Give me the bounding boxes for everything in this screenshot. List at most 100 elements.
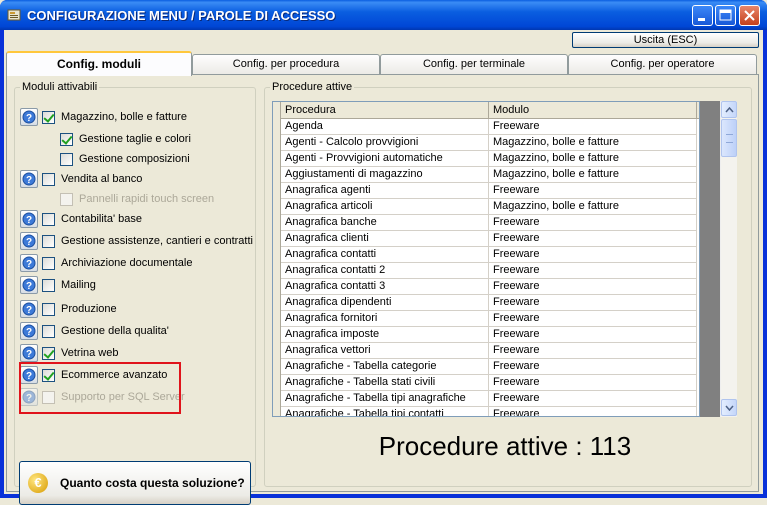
table-row[interactable]: Agenda Freeware — [281, 119, 697, 135]
module-item[interactable]: Gestione taglie e colori — [60, 129, 191, 149]
table-row[interactable]: Anagrafiche - Tabella tipi contatti Freew… — [281, 407, 697, 416]
table-row[interactable]: Aggiustamenti di magazzino Magazzino, bol… — [281, 167, 697, 183]
module-checkbox[interactable] — [42, 110, 55, 124]
table-scrollbar[interactable] — [720, 101, 737, 417]
table-row[interactable]: Anagrafica contatti 2 Freeware — [281, 263, 697, 279]
table-row[interactable]: Anagrafiche - Tabella tipi anagrafiche Fr… — [281, 391, 697, 407]
help-icon: ? — [22, 302, 36, 316]
tab-config-moduli[interactable]: Config. moduli — [6, 51, 192, 76]
info-button[interactable]: ? — [20, 276, 38, 294]
module-item[interactable]: ? Vetrina web — [20, 343, 118, 363]
table-row[interactable]: Anagrafica vettori Freeware — [281, 343, 697, 359]
exit-button[interactable]: Uscita (ESC) — [572, 32, 759, 48]
cell-modulo: Freeware — [489, 279, 697, 295]
cell-procedura: Anagrafica agenti — [281, 183, 489, 199]
module-checkbox[interactable] — [42, 256, 55, 270]
table-row[interactable]: Anagrafica contatti 3 Freeware — [281, 279, 697, 295]
module-checkbox[interactable] — [42, 278, 55, 292]
tab-config-per-procedura[interactable]: Config. per procedura — [192, 54, 380, 74]
table-row[interactable]: Anagrafica articoli Magazzino, bolle e fa… — [281, 199, 697, 215]
minimize-icon — [698, 18, 705, 21]
minimize-button[interactable] — [692, 5, 713, 26]
application-window: CONFIGURAZIONE MENU / PAROLE DI ACCESSO … — [0, 0, 767, 505]
svg-text:?: ? — [26, 305, 32, 316]
table-row[interactable]: Anagrafiche - Tabella categorie Freeware — [281, 359, 697, 375]
module-checkbox[interactable] — [42, 234, 55, 248]
module-label: Vetrina web — [61, 347, 119, 359]
column-header-modulo[interactable]: Modulo — [489, 102, 697, 119]
info-button[interactable]: ? — [20, 232, 38, 250]
scroll-up-button[interactable] — [721, 101, 737, 118]
cell-procedura: Anagrafica clienti — [281, 231, 489, 247]
svg-text:?: ? — [26, 371, 32, 382]
maximize-button[interactable] — [715, 5, 736, 26]
module-checkbox[interactable] — [42, 212, 55, 226]
info-button[interactable]: ? — [20, 210, 38, 228]
help-icon: ? — [22, 234, 36, 248]
module-checkbox[interactable] — [42, 172, 55, 186]
cell-procedura: Anagrafica dipendenti — [281, 295, 489, 311]
price-button[interactable]: € Quanto costa questa soluzione? — [19, 461, 251, 505]
help-icon: ? — [22, 368, 36, 382]
scroll-thumb[interactable] — [721, 119, 737, 157]
info-button[interactable]: ? — [20, 388, 38, 406]
maximize-icon — [719, 9, 732, 21]
module-checkbox[interactable] — [42, 346, 55, 360]
cell-procedura: Anagrafica contatti 3 — [281, 279, 489, 295]
table-row[interactable]: Anagrafica dipendenti Freeware — [281, 295, 697, 311]
column-header-procedura[interactable]: Procedura — [281, 102, 489, 119]
module-item[interactable]: Pannelli rapidi touch screen — [60, 189, 214, 209]
chevron-up-icon — [724, 106, 734, 112]
module-checkbox[interactable] — [42, 302, 55, 316]
table-row[interactable]: Agenti - Calcolo provvigioni Magazzino, b… — [281, 135, 697, 151]
module-item[interactable]: ? Mailing — [20, 275, 96, 295]
table-row[interactable]: Anagrafica imposte Freeware — [281, 327, 697, 343]
module-item[interactable]: ? Contabilita' base — [20, 209, 142, 229]
help-icon: ? — [22, 278, 36, 292]
cell-modulo: Magazzino, bolle e fatture — [489, 199, 697, 215]
svg-text:?: ? — [26, 349, 32, 360]
module-item[interactable]: ? Magazzino, bolle e fatture — [20, 107, 187, 127]
scroll-down-button[interactable] — [721, 399, 737, 416]
cell-procedura: Anagrafiche - Tabella tipi contatti — [281, 407, 489, 416]
info-button[interactable]: ? — [20, 254, 38, 272]
table-row[interactable]: Anagrafica agenti Freeware — [281, 183, 697, 199]
close-button[interactable] — [739, 5, 760, 26]
svg-text:?: ? — [26, 281, 32, 292]
info-button[interactable]: ? — [20, 344, 38, 362]
module-item[interactable]: ? Vendita al banco — [20, 169, 142, 189]
cell-procedura: Agenda — [281, 119, 489, 135]
module-label: Produzione — [61, 303, 117, 315]
svg-text:?: ? — [26, 259, 32, 270]
info-button[interactable]: ? — [20, 322, 38, 340]
table-row[interactable]: Anagrafica clienti Freeware — [281, 231, 697, 247]
module-label: Ecommerce avanzato — [61, 369, 168, 381]
table-row[interactable]: Anagrafica contatti Freeware — [281, 247, 697, 263]
procedures-table[interactable]: Procedura Modulo Agenda Freeware Agenti - … — [272, 101, 700, 417]
module-checkbox[interactable] — [60, 152, 73, 166]
module-checkbox[interactable] — [60, 132, 73, 146]
info-button[interactable]: ? — [20, 108, 38, 126]
tab-config-per-terminale[interactable]: Config. per terminale — [380, 54, 568, 74]
cell-modulo: Freeware — [489, 407, 697, 416]
cell-procedura: Anagrafiche - Tabella categorie — [281, 359, 489, 375]
module-checkbox[interactable] — [42, 324, 55, 338]
module-label: Gestione della qualita' — [61, 325, 169, 337]
info-button[interactable]: ? — [20, 170, 38, 188]
info-button[interactable]: ? — [20, 300, 38, 318]
module-item[interactable]: ? Supporto per SQL Server — [20, 387, 185, 407]
table-row[interactable]: Agenti - Provvigioni automatiche Magazzin… — [281, 151, 697, 167]
module-item[interactable]: ? Gestione assistenze, cantieri e contrat… — [20, 231, 253, 251]
table-row[interactable]: Anagrafica banche Freeware — [281, 215, 697, 231]
tab-config-per-operatore[interactable]: Config. per operatore — [568, 54, 757, 74]
module-item[interactable]: ? Ecommerce avanzato — [20, 365, 167, 385]
title-bar[interactable]: CONFIGURAZIONE MENU / PAROLE DI ACCESSO — [0, 0, 767, 30]
module-item[interactable]: ? Gestione della qualita' — [20, 321, 169, 341]
table-row[interactable]: Anagrafiche - Tabella stati civili Freewa… — [281, 375, 697, 391]
info-button[interactable]: ? — [20, 366, 38, 384]
module-item[interactable]: ? Archiviazione documentale — [20, 253, 192, 273]
module-checkbox[interactable] — [42, 368, 55, 382]
table-row[interactable]: Anagrafica fornitori Freeware — [281, 311, 697, 327]
module-item[interactable]: ? Produzione — [20, 299, 117, 319]
module-item[interactable]: Gestione composizioni — [60, 149, 190, 169]
